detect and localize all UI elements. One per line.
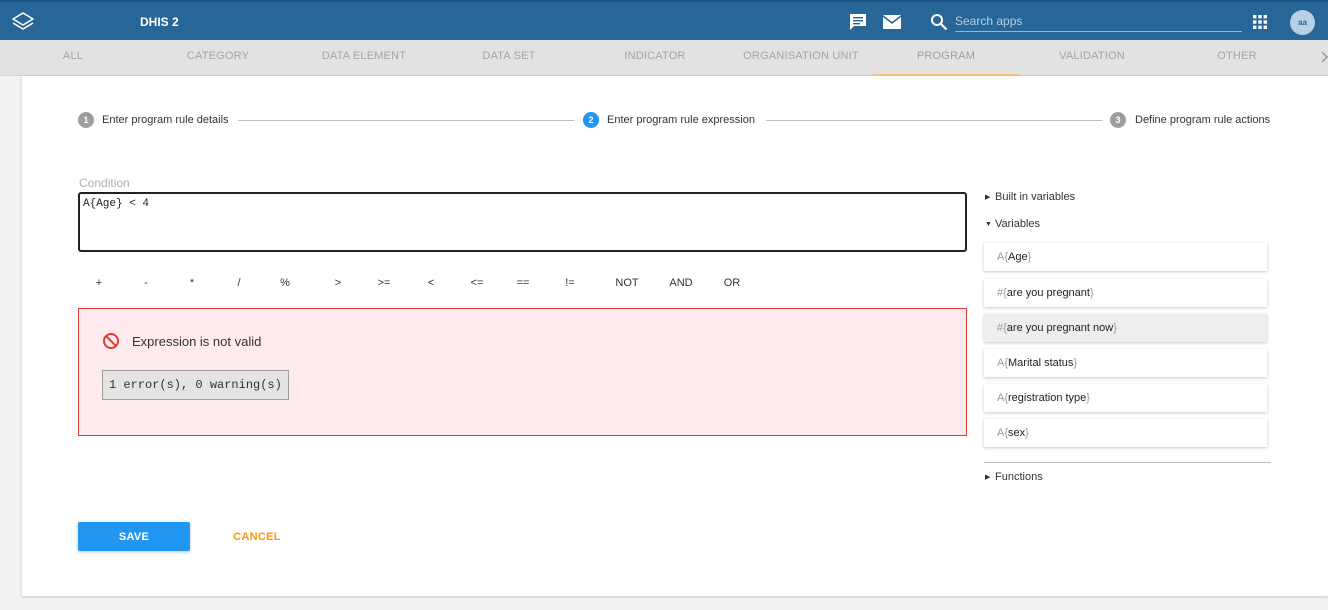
variables-toggle[interactable]: ▼ Variables (985, 218, 1040, 230)
step-3-label[interactable]: Define program rule actions (1135, 114, 1270, 126)
step-3-number[interactable]: 3 (1110, 112, 1126, 128)
condition-expression-input[interactable]: A{Age} < 4 (78, 192, 967, 252)
functions-label: Functions (995, 471, 1043, 483)
panel-divider (984, 462, 1271, 463)
operator-less-than-button[interactable]: < (420, 272, 442, 294)
step-2-number[interactable]: 2 (583, 112, 599, 128)
operator-or-button[interactable]: OR (717, 272, 747, 294)
error-message: Expression is not valid (132, 334, 262, 349)
variable-item[interactable]: A{registration type} (984, 384, 1267, 412)
error-summary: 1 error(s), 0 warning(s) (102, 370, 289, 400)
caret-down-icon: ▼ (985, 221, 992, 228)
variable-prefix: A{ (997, 427, 1009, 439)
variable-name: are you pregnant now (1006, 322, 1114, 334)
tab-all[interactable]: ALL (0, 40, 146, 76)
tab-organisation-unit[interactable]: ORGANISATION UNIT (728, 40, 874, 76)
step-connector (766, 120, 1102, 121)
variable-suffix: } (1025, 427, 1029, 439)
blocked-icon (103, 333, 119, 349)
tab-data-set[interactable]: DATA SET (436, 40, 582, 76)
tab-program[interactable]: PROGRAM (873, 40, 1019, 76)
tab-validation[interactable]: VALIDATION (1019, 40, 1165, 76)
variable-item[interactable]: #{are you pregnant now} (984, 314, 1267, 342)
operator-greater-equal-button[interactable]: >= (373, 272, 395, 294)
variable-item[interactable]: A{sex} (984, 419, 1267, 447)
operator-divide-button[interactable]: / (228, 272, 250, 294)
built-in-variables-toggle[interactable]: ▶ Built in variables (985, 191, 1075, 203)
variable-prefix: A{ (997, 392, 1009, 404)
operator-and-button[interactable]: AND (663, 272, 699, 294)
save-button[interactable]: SAVE (78, 522, 190, 551)
tab-indicator[interactable]: INDICATOR (582, 40, 728, 76)
user-avatar[interactable]: aa (1290, 10, 1315, 35)
variable-suffix: } (1086, 392, 1090, 404)
step-1-number[interactable]: 1 (78, 112, 94, 128)
variable-item[interactable]: A{Marital status} (984, 349, 1267, 377)
variable-suffix: } (1113, 322, 1117, 334)
operator-not-button[interactable]: NOT (609, 272, 645, 294)
variables-label: Variables (995, 218, 1041, 230)
step-connector (238, 120, 574, 121)
variable-item[interactable]: #{are you pregnant} (984, 279, 1267, 307)
variable-name: registration type (1008, 392, 1087, 404)
operator-equals-button[interactable]: == (512, 272, 534, 294)
operator-less-equal-button[interactable]: <= (466, 272, 488, 294)
tab-category[interactable]: CATEGORY (145, 40, 291, 76)
operator-not-equals-button[interactable]: != (559, 272, 581, 294)
caret-right-icon: ▶ (985, 194, 991, 201)
variable-item[interactable]: A{Age} (984, 243, 1267, 271)
apps-grid-icon[interactable] (1253, 15, 1267, 29)
search-apps-input[interactable] (955, 10, 1242, 32)
app-title: DHIS 2 (140, 15, 179, 29)
variable-suffix: } (1089, 287, 1094, 299)
variable-prefix: A{ (997, 251, 1009, 263)
tab-scroll-right-icon[interactable] (1320, 50, 1328, 64)
caret-right-icon: ▶ (985, 474, 991, 481)
operator-plus-button[interactable]: + (88, 272, 110, 294)
search-apps (930, 10, 1242, 34)
operator-greater-than-button[interactable]: > (327, 272, 349, 294)
interpretations-mail-icon[interactable] (882, 13, 902, 31)
messages-icon[interactable] (848, 13, 868, 31)
operator-modulo-button[interactable]: % (274, 272, 296, 294)
variable-prefix: #{ (997, 287, 1007, 299)
variable-name: sex (1008, 427, 1026, 439)
built-in-variables-label: Built in variables (995, 191, 1076, 203)
variable-name: Marital status (1008, 357, 1074, 369)
operator-multiply-button[interactable]: * (181, 272, 203, 294)
operator-minus-button[interactable]: - (135, 272, 157, 294)
condition-label: Condition (79, 176, 130, 190)
variable-name: are you pregnant (1006, 287, 1090, 299)
top-header-bar: DHIS 2 aa (0, 0, 1328, 40)
variable-name: Age (1008, 251, 1028, 263)
variable-prefix: #{ (997, 322, 1007, 334)
tab-data-element[interactable]: DATA ELEMENT (291, 40, 437, 76)
tab-other[interactable]: OTHER (1164, 40, 1310, 76)
search-icon (931, 14, 948, 31)
variable-suffix: } (1027, 251, 1032, 263)
step-1-label[interactable]: Enter program rule details (102, 114, 229, 126)
variable-suffix: } (1073, 357, 1078, 369)
dhis2-logo-icon[interactable] (11, 11, 35, 33)
section-tab-bar: ALL CATEGORY DATA ELEMENT DATA SET INDIC… (0, 40, 1328, 76)
functions-toggle[interactable]: ▶ Functions (985, 471, 1043, 483)
step-2-label[interactable]: Enter program rule expression (607, 114, 755, 126)
variable-prefix: A{ (997, 357, 1009, 369)
cancel-button[interactable]: CANCEL (224, 526, 290, 548)
